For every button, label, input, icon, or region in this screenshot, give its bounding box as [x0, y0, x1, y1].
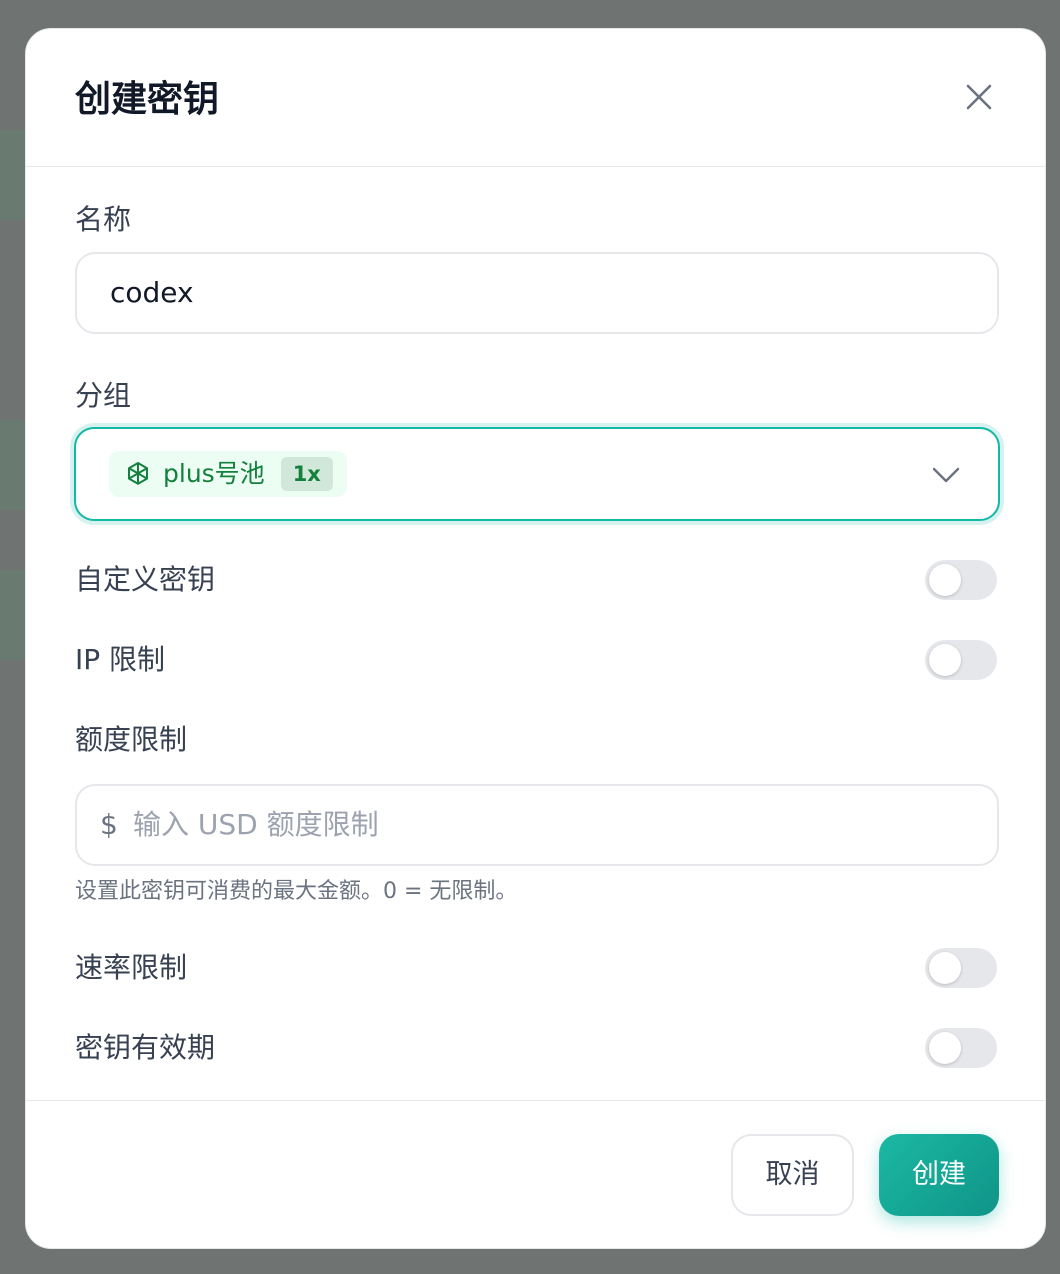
dollar-icon: $	[100, 808, 118, 841]
quota-label: 额度限制	[75, 723, 188, 756]
custom-key-toggle[interactable]	[925, 560, 997, 600]
name-input[interactable]: codex	[75, 252, 999, 334]
openai-icon	[128, 462, 148, 485]
cancel-button[interactable]: 取消	[731, 1134, 854, 1216]
toggle-knob	[929, 952, 961, 984]
dialog-header: 创建密钥	[26, 29, 1045, 167]
rate-limit-toggle[interactable]	[925, 948, 997, 988]
group-select[interactable]: plus号池 1x	[74, 427, 1000, 521]
custom-key-label: 自定义密钥	[75, 563, 216, 596]
group-name: plus号池	[163, 459, 265, 488]
quota-input[interactable]: $ 输入 USD 额度限制	[75, 784, 999, 866]
expiry-toggle[interactable]	[925, 1028, 997, 1068]
group-chip: plus号池 1x	[109, 451, 347, 497]
rate-limit-label: 速率限制	[75, 951, 188, 984]
quota-help-text: 设置此密钥可消费的最大金额。0 = 无限制。	[75, 879, 518, 904]
name-label: 名称	[75, 203, 132, 236]
toggle-knob	[929, 644, 961, 676]
expiry-label: 密钥有效期	[75, 1031, 216, 1064]
create-key-dialog: 创建密钥 名称 codex 分组 plus号池 1x 自定义密钥 IP 限制 额…	[25, 28, 1046, 1249]
name-input-value: codex	[110, 276, 194, 309]
group-multiplier-badge: 1x	[280, 457, 333, 491]
ip-limit-toggle[interactable]	[925, 640, 997, 680]
quota-input-placeholder: 输入 USD 额度限制	[133, 808, 379, 841]
create-button[interactable]: 创建	[879, 1134, 999, 1216]
dialog-title: 创建密钥	[75, 79, 220, 120]
chevron-down-icon	[932, 467, 960, 483]
close-button[interactable]	[961, 79, 997, 115]
toggle-knob	[929, 1032, 961, 1064]
dialog-footer: 取消 创建	[26, 1100, 1045, 1249]
toggle-knob	[929, 564, 961, 596]
group-label: 分组	[75, 379, 132, 412]
ip-limit-label: IP 限制	[75, 643, 166, 676]
close-icon	[966, 84, 992, 110]
